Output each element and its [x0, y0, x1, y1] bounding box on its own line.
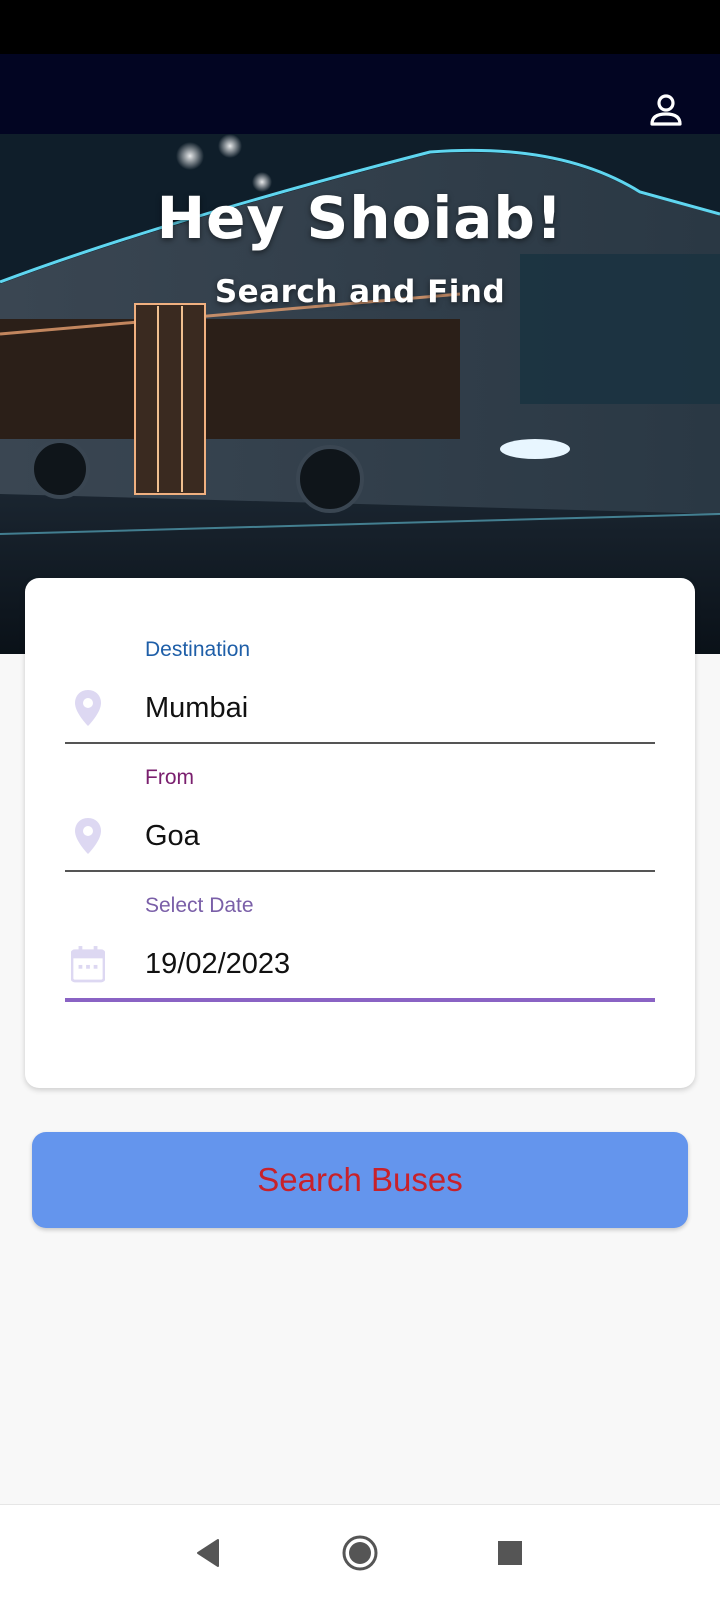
hero-banner: Hey Shoiab! Search and Find: [0, 134, 720, 654]
hero-subtitle: Search and Find: [214, 274, 506, 310]
date-field: Select Date: [65, 894, 655, 1004]
location-pin-icon: [71, 686, 105, 730]
date-label: Select Date: [145, 894, 254, 917]
calendar-icon[interactable]: [71, 942, 105, 986]
back-triangle-icon: [197, 1539, 219, 1567]
date-underline: [65, 998, 655, 1002]
destination-underline: [65, 742, 655, 744]
recents-square-icon: [498, 1541, 522, 1565]
from-label: From: [145, 766, 194, 789]
system-nav-bar: [0, 1504, 720, 1601]
destination-field: Destination: [65, 638, 655, 748]
date-input[interactable]: [145, 944, 645, 984]
search-form-card: Destination From Select Date: [25, 578, 695, 1088]
destination-input[interactable]: [145, 688, 645, 728]
app-bar: [0, 54, 720, 134]
from-underline: [65, 870, 655, 872]
profile-button[interactable]: [646, 90, 686, 130]
home-circle-icon: [342, 1535, 378, 1571]
recents-button[interactable]: [490, 1533, 530, 1573]
from-field: From: [65, 766, 655, 876]
home-button[interactable]: [340, 1533, 380, 1573]
location-pin-icon: [71, 814, 105, 858]
person-icon: [650, 94, 682, 126]
from-input[interactable]: [145, 816, 645, 856]
search-buses-button[interactable]: Search Buses: [32, 1132, 688, 1228]
destination-label: Destination: [145, 638, 251, 661]
status-bar: [0, 0, 720, 54]
back-button[interactable]: [188, 1533, 228, 1573]
greeting-title: Hey Shoiab!: [156, 184, 564, 252]
